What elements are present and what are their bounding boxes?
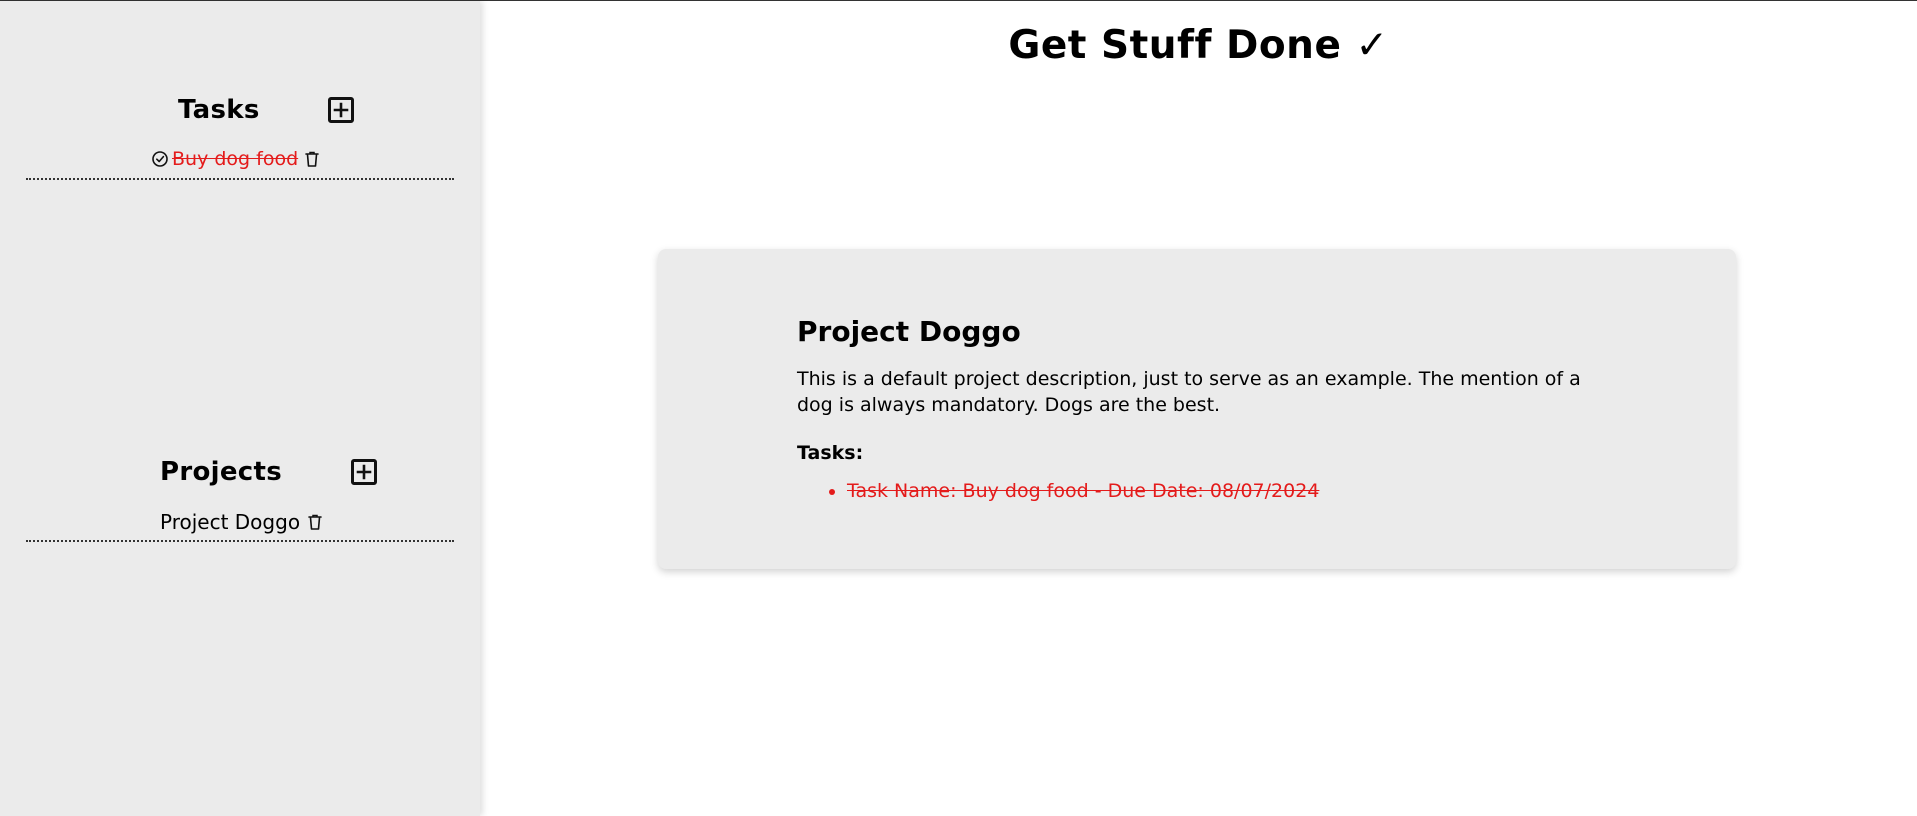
project-title: Project Doggo [797,315,1021,348]
task-item-label: Buy dog food [172,148,299,170]
page-title: Get Stuff Done ✓ [1008,23,1389,68]
task-list-item[interactable]: Buy dog food [151,148,320,170]
tasks-section-title: Tasks [178,95,260,125]
project-detail-content: Project Doggo This is a default project … [797,315,1597,502]
check-circle-icon[interactable] [151,150,169,168]
app-window: Tasks Buy dog food Projects Project Dogg… [0,0,1917,816]
plus-icon [356,464,372,480]
trash-icon[interactable] [307,513,323,531]
project-detail-card: Project Doggo This is a default project … [658,249,1736,569]
project-task-item: Task Name: Buy dog food - Due Date: 08/0… [847,480,1597,502]
trash-icon[interactable] [304,150,320,168]
project-list-item[interactable]: Project Doggo [160,510,323,534]
add-task-button[interactable] [327,97,354,123]
add-project-button[interactable] [351,459,378,485]
project-description: This is a default project description, j… [797,368,1581,416]
sidebar: Tasks Buy dog food Projects Project Dogg… [0,1,480,816]
plus-icon [333,102,348,118]
projects-divider [26,540,454,542]
projects-section-header: Projects [160,457,378,487]
tasks-section-header: Tasks [178,95,354,125]
tasks-divider [26,178,454,180]
project-tasks-label: Tasks: [797,442,864,464]
project-item-label: Project Doggo [160,510,301,534]
projects-section-title: Projects [160,457,283,487]
project-task-list: Task Name: Buy dog food - Due Date: 08/0… [797,480,1597,502]
